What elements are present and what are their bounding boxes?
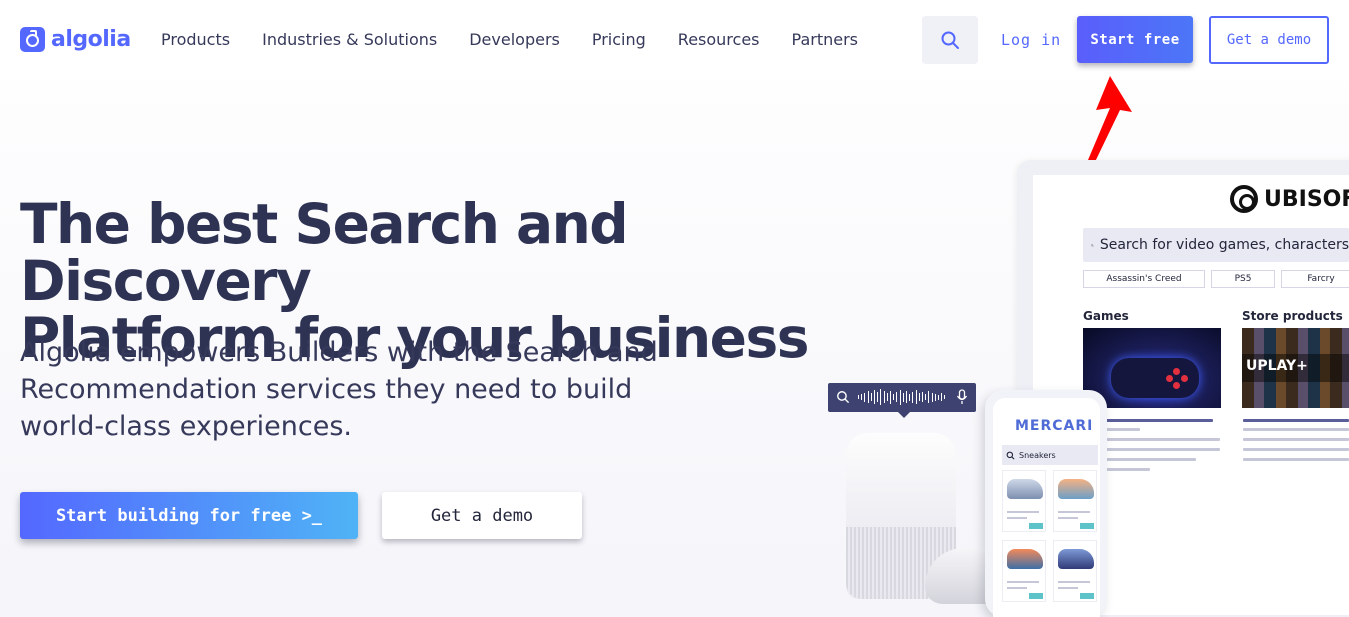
product-card [1002,540,1046,602]
ubisoft-swirl-icon [1230,185,1258,213]
demo-search-text: Search for video games, characters [1099,237,1349,253]
waveform-bar [931,392,933,402]
result-line [1243,428,1349,431]
start-building-button[interactable]: Start building for free >_ [20,492,358,539]
gamepad-icon [1111,358,1199,398]
waveform-bar [893,394,895,400]
result-line [1243,458,1349,461]
search-icon [837,391,850,404]
mercari-brand: MERCARI [1015,418,1094,434]
voice-search-bubble [828,383,976,418]
waveform-bar [883,391,885,403]
result-line [1243,419,1349,422]
product-card [1053,540,1097,602]
chip-assassins-creed: Assassin's Creed [1083,270,1205,288]
waveform-bar [944,395,946,399]
waveform-bar [909,393,911,401]
waveform-bar [918,393,920,401]
waveform-bar [928,391,930,403]
gamepad-image [1083,328,1221,408]
nav-item-industries[interactable]: Industries & Solutions [262,30,437,49]
sneaker-icon [1007,549,1043,569]
waveform-bar [858,395,859,399]
result-line [1106,468,1150,471]
waveform-bar [925,394,927,400]
waveform-bar [938,394,939,400]
start-free-button[interactable]: Start free [1077,16,1193,63]
waveform-bar [941,393,943,401]
search-icon [941,31,959,49]
product-card [1002,470,1046,532]
result-line [1106,438,1220,441]
waveform-bar [902,392,904,402]
microphone-icon [956,389,968,404]
nav-item-resources[interactable]: Resources [678,30,760,49]
hero-subtitle: Algolia empowers Builders with the Searc… [20,337,658,442]
waveform-bar [899,389,901,405]
search-icon [1091,243,1094,247]
hero-title-line-1: The best Search and Discovery [20,192,629,313]
waveform-bar [934,393,936,401]
games-section-label: Games [1083,309,1129,323]
ubisoft-brand: UBISOFT [1264,186,1349,212]
sneaker-icon [1007,479,1043,499]
result-line [1243,438,1349,441]
annotation-arrow-icon [1088,76,1132,164]
result-line [1106,448,1220,451]
uplay-label: UPLAY+ [1246,358,1308,374]
waveform-bar [922,392,923,402]
waveform-bar [915,390,917,404]
algolia-logo[interactable]: algolia [20,27,131,52]
waveform-bar [877,392,879,402]
algolia-logo-icon [20,27,45,52]
waveform-bar [886,393,888,401]
waveform-bar [864,392,866,402]
search-icon [1006,451,1015,459]
waveform-bar [861,394,863,400]
sneaker-icon [1058,549,1094,569]
get-demo-nav-button[interactable]: Get a demo [1209,16,1329,64]
brand-name: algolia [51,27,131,52]
waveform-bar [870,393,872,401]
phone-search-query: Sneakers [1019,450,1056,460]
demo-chips: Assassin's Creed PS5 Farcry [1083,270,1349,288]
chip-farcry: Farcry [1281,270,1349,288]
waveform-bar [896,392,898,402]
get-demo-button[interactable]: Get a demo [382,492,582,539]
nav-item-pricing[interactable]: Pricing [592,30,646,49]
ubisoft-logo: UBISOFT [1230,185,1349,213]
store-section-label: Store products [1242,309,1343,323]
waveform-bar [912,391,914,403]
product-card [1053,470,1097,532]
result-line [1243,448,1349,451]
result-line [1106,428,1140,431]
sneaker-icon [1058,479,1094,499]
phone-search-bar: Sneakers [1002,445,1098,465]
waveform-bar [906,391,907,403]
nav-item-partners[interactable]: Partners [792,30,858,49]
login-link[interactable]: Log in [1001,31,1061,49]
waveform-bar [880,389,882,405]
chip-ps5: PS5 [1211,270,1275,288]
waveform-bar [874,390,875,404]
waveform-bar [890,390,891,404]
nav-item-products[interactable]: Products [161,30,230,49]
top-navigation: algolia Products Industries & Solutions … [0,0,1349,80]
waveform-bar [867,391,869,403]
result-line [1106,458,1196,461]
demo-search-bar: Search for video games, characters [1083,228,1349,262]
search-button[interactable] [922,16,978,64]
nav-item-developers[interactable]: Developers [469,30,560,49]
main-menu: Products Industries & Solutions Develope… [161,30,858,49]
store-products-image: UPLAY+ [1242,328,1349,408]
